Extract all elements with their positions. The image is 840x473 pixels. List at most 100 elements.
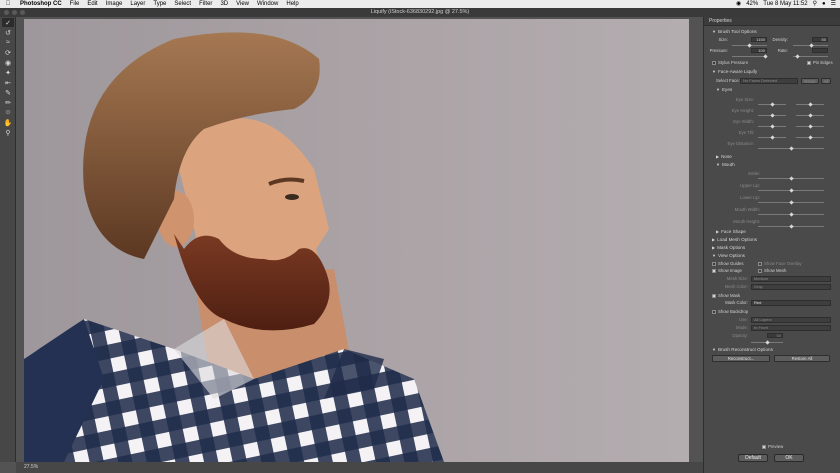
pin-edges-checkbox[interactable]	[807, 61, 811, 65]
menu-3d[interactable]: 3D	[220, 0, 228, 8]
density-field[interactable]: 50	[812, 37, 828, 42]
slider-knob[interactable]	[770, 124, 775, 129]
slider-knob[interactable]	[789, 188, 794, 193]
slider-knob[interactable]	[789, 224, 794, 229]
density-slider-knob[interactable]	[809, 43, 814, 48]
collapse-triangle-icon: ▶	[716, 154, 720, 159]
menu-file[interactable]: File	[70, 0, 80, 8]
stylus-pressure-label: Stylus Pressure	[718, 60, 749, 65]
mask-options-header[interactable]: ▶ Mask Options	[712, 245, 745, 250]
forward-warp-tool-icon[interactable]: ✓	[2, 18, 14, 27]
menu-layer[interactable]: Layer	[130, 0, 145, 8]
zoom-tool-icon[interactable]: ⚲	[2, 128, 14, 137]
mode-dropdown[interactable]: In Front	[751, 325, 831, 331]
opacity-slider-knob[interactable]	[765, 340, 770, 345]
zoom-window-button[interactable]	[20, 10, 25, 15]
slider-knob[interactable]	[770, 135, 775, 140]
nose-header[interactable]: ▶ Nose	[716, 154, 732, 159]
menu-edit[interactable]: Edit	[87, 0, 97, 8]
menu-view[interactable]: View	[236, 0, 249, 8]
minimize-window-button[interactable]	[12, 10, 17, 15]
view-options-header[interactable]: ▼ View Options	[712, 253, 745, 258]
opacity-field[interactable]: 50	[767, 333, 783, 338]
rate-slider-knob[interactable]	[795, 54, 800, 59]
eyes-header[interactable]: ▼ Eyes	[716, 87, 732, 92]
select-face-dropdown[interactable]: No Faces Detected	[740, 78, 798, 84]
menu-filter[interactable]: Filter	[199, 0, 212, 8]
restore-all-button[interactable]: Restore All	[774, 355, 830, 362]
push-left-tool-icon[interactable]: ⇤	[2, 78, 14, 87]
mesh-color-dropdown[interactable]: Gray	[751, 284, 831, 290]
pressure-slider-knob[interactable]	[763, 54, 768, 59]
reconstruct-tool-icon[interactable]: ↺	[2, 28, 14, 37]
pressure-slider[interactable]	[732, 56, 767, 57]
twirl-tool-icon[interactable]: ⟳	[2, 48, 14, 57]
menu-select[interactable]: Select	[174, 0, 191, 8]
freeze-mask-tool-icon[interactable]: ✎	[2, 88, 14, 97]
reset-face-button[interactable]: Reset	[801, 78, 819, 84]
face-shape-header[interactable]: ▶ Face Shape	[716, 229, 746, 234]
brush-tool-options-header[interactable]: ▼ Brush Tool Options	[712, 29, 757, 34]
show-image-label: Show Image	[718, 268, 742, 273]
eye-size-label: Eye Size:	[735, 97, 754, 102]
menu-help[interactable]: Help	[286, 0, 298, 8]
slider-knob[interactable]	[808, 124, 813, 129]
show-guides-checkbox[interactable]	[712, 262, 716, 266]
thaw-mask-tool-icon[interactable]: ✏	[2, 98, 14, 107]
size-slider-knob[interactable]	[747, 43, 752, 48]
load-mesh-options-header[interactable]: ▶ Load Mesh Options	[712, 237, 757, 242]
stylus-pressure-checkbox[interactable]	[712, 61, 716, 65]
menu-image[interactable]: Image	[106, 0, 123, 8]
show-backdrop-label: Show Backdrop	[718, 309, 749, 314]
preview-checkbox[interactable]	[762, 445, 766, 449]
slider-knob[interactable]	[808, 102, 813, 107]
slider-knob[interactable]	[789, 146, 794, 151]
show-face-overlay-checkbox[interactable]	[758, 262, 762, 266]
slider-knob[interactable]	[789, 176, 794, 181]
clock[interactable]: Tue 8 May 11:52	[763, 0, 807, 8]
show-image-checkbox[interactable]	[712, 269, 716, 273]
menu-list-icon[interactable]: ☰	[831, 0, 836, 8]
close-window-button[interactable]	[4, 10, 9, 15]
slider-knob[interactable]	[770, 102, 775, 107]
bloat-tool-icon[interactable]: ✦	[2, 68, 14, 77]
user-avatar-icon[interactable]: ●	[822, 0, 826, 8]
all-faces-button[interactable]: All	[821, 78, 831, 84]
menu-type[interactable]: Type	[153, 0, 166, 8]
mouth-header[interactable]: ▼ Mouth	[716, 162, 735, 167]
panel-title: Properties	[704, 17, 840, 26]
brush-reconstruct-options-header[interactable]: ▼ Brush Reconstruct Options	[712, 347, 773, 352]
wifi-icon[interactable]: ◉	[736, 0, 741, 8]
show-mask-checkbox[interactable]	[712, 294, 716, 298]
pucker-tool-icon[interactable]: ◉	[2, 58, 14, 67]
mask-color-label: Mask Color:	[725, 300, 748, 305]
image-canvas[interactable]	[24, 19, 689, 462]
battery-percent[interactable]: 42%	[746, 0, 758, 8]
portrait-photo	[24, 19, 689, 462]
zoom-level[interactable]: 27.5%	[24, 464, 38, 470]
apple-icon[interactable]: 	[4, 0, 12, 8]
mask-color-dropdown[interactable]: Red	[751, 300, 831, 306]
show-mesh-checkbox[interactable]	[758, 269, 762, 273]
slider-knob[interactable]	[808, 135, 813, 140]
ok-button[interactable]: OK	[774, 454, 804, 462]
hand-tool-icon[interactable]: ✋	[2, 118, 14, 127]
mesh-size-dropdown[interactable]: Medium	[751, 276, 831, 282]
preview-label: Preview	[768, 444, 784, 449]
menu-window[interactable]: Window	[257, 0, 278, 8]
slider-knob[interactable]	[770, 113, 775, 118]
use-dropdown[interactable]: All Layers	[751, 317, 831, 323]
show-backdrop-checkbox[interactable]	[712, 310, 716, 314]
slider-knob[interactable]	[789, 200, 794, 205]
show-face-overlay-label: Show Face Overlay	[764, 261, 802, 266]
search-icon[interactable]: ⚲	[813, 0, 817, 8]
rate-field[interactable]	[812, 48, 828, 53]
face-tool-icon[interactable]: ☺	[2, 108, 14, 117]
slider-knob[interactable]	[808, 113, 813, 118]
slider-knob[interactable]	[789, 212, 794, 217]
reconstruct-button[interactable]: Reconstruct...	[712, 355, 770, 362]
default-button[interactable]: Default	[738, 454, 768, 462]
app-name-menu[interactable]: Photoshop CC	[20, 0, 62, 8]
smooth-tool-icon[interactable]: ≈	[2, 38, 14, 47]
face-aware-liquify-header[interactable]: ▼ Face-Aware Liquify	[712, 69, 757, 74]
